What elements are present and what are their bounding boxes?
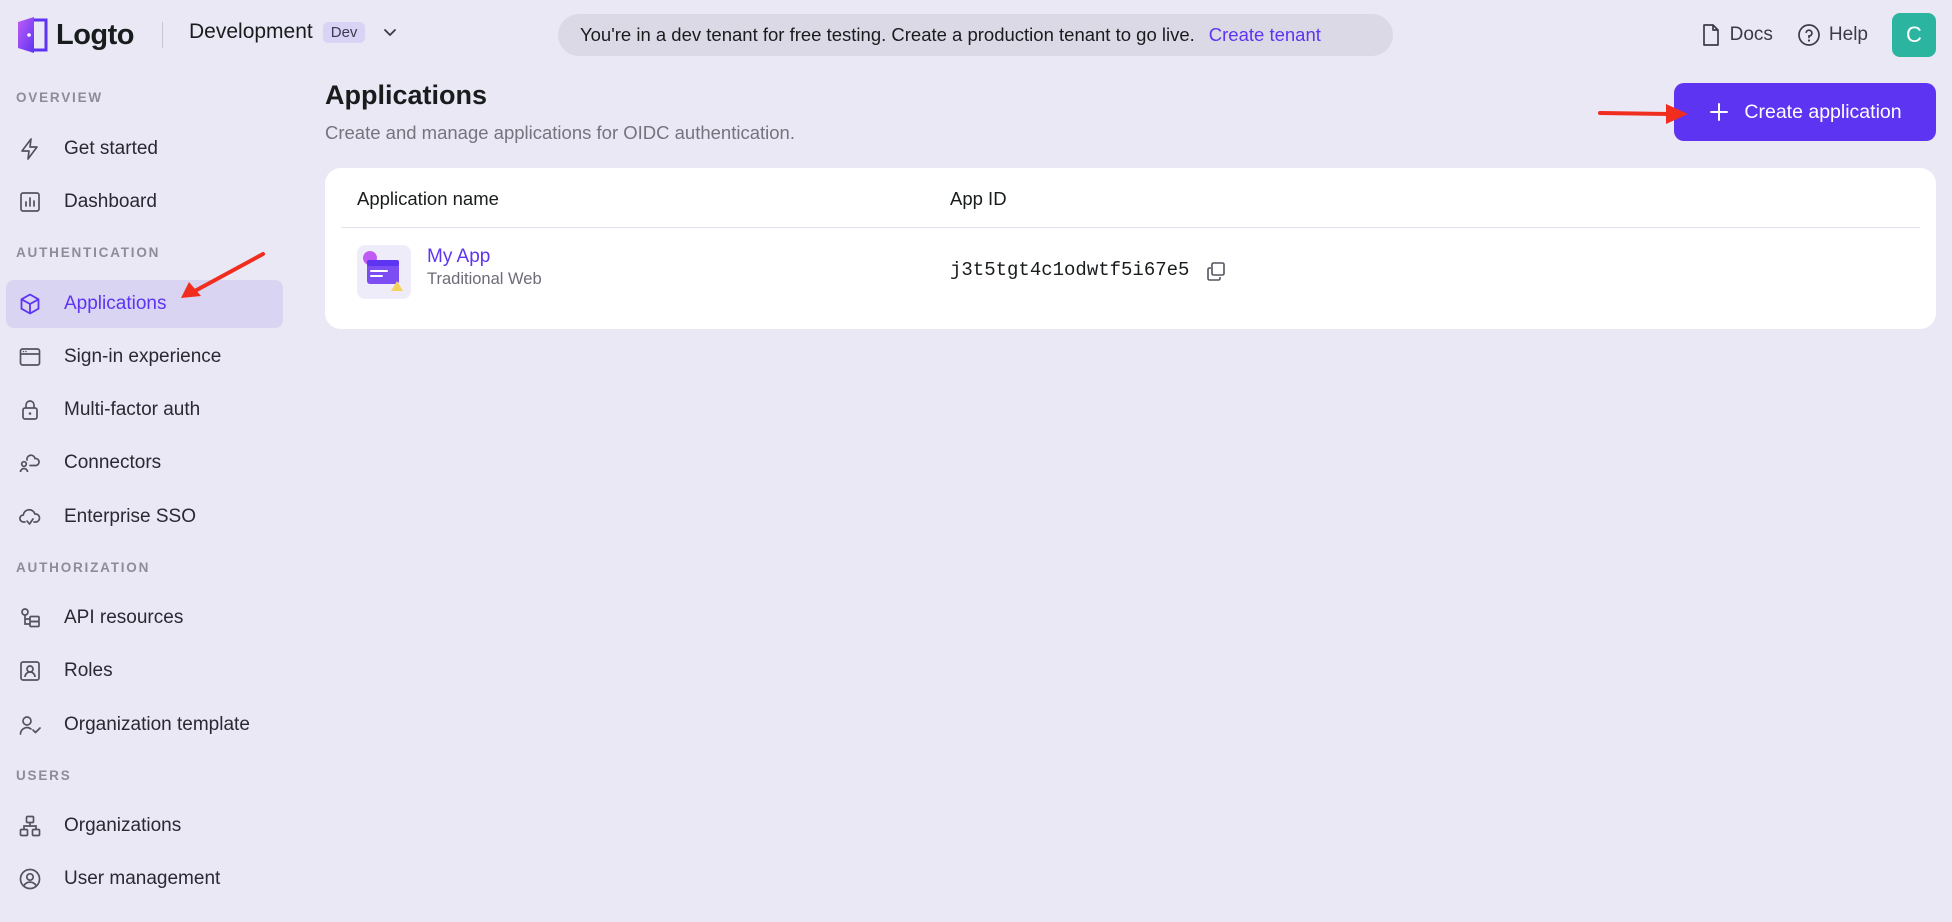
sidebar-item-enterprise-sso[interactable]: Enterprise SSO xyxy=(6,493,283,541)
page-subtitle: Create and manage applications for OIDC … xyxy=(325,122,795,143)
section-title-users: USERS xyxy=(16,768,72,783)
logo-icon xyxy=(18,17,48,53)
brand-name: Logto xyxy=(56,18,135,51)
sidebar-item-organizations[interactable]: Organizations xyxy=(6,802,283,850)
create-application-label: Create application xyxy=(1744,100,1902,123)
traditional-web-app-icon xyxy=(357,245,411,299)
docs-link[interactable]: Docs xyxy=(1700,23,1773,47)
lightning-icon xyxy=(21,138,38,160)
applications-table: Application name App ID My App Tradition… xyxy=(325,168,1936,329)
logo[interactable]: Logto xyxy=(16,16,135,54)
divider xyxy=(162,22,163,48)
sidebar-item-label: Applications xyxy=(64,293,167,314)
sidebar-item-label: Get started xyxy=(64,138,158,159)
sidebar-item-label: API resources xyxy=(64,607,184,628)
sidebar-item-label: Dashboard xyxy=(64,191,157,212)
cube-icon xyxy=(20,293,40,315)
chevron-down-icon[interactable] xyxy=(381,23,399,41)
top-bar: Logto Development Dev You're in a dev te… xyxy=(0,0,1952,70)
document-icon xyxy=(1702,24,1719,46)
browser-window-icon xyxy=(19,348,41,366)
copy-icon[interactable] xyxy=(1205,260,1227,282)
connectors-icon xyxy=(19,454,40,473)
page-title: Applications xyxy=(325,80,488,110)
api-resources-icon xyxy=(21,608,40,628)
column-header-app-id: App ID xyxy=(950,188,1007,209)
sidebar-item-applications[interactable]: Applications xyxy=(6,280,283,328)
sidebar-item-dashboard[interactable]: Dashboard xyxy=(6,178,283,226)
help-label: Help xyxy=(1828,24,1868,45)
user-badge-icon xyxy=(20,661,40,681)
help-circle-icon xyxy=(1798,24,1820,46)
tenant-badge: Dev xyxy=(322,21,366,43)
sidebar: OVERVIEW Get started Dashboard AUTHENTIC… xyxy=(0,70,290,922)
help-link[interactable]: Help xyxy=(1797,23,1868,47)
cloud-icon xyxy=(19,508,41,525)
sidebar-item-label: Multi-factor auth xyxy=(64,399,201,420)
column-header-application-name: Application name xyxy=(357,188,499,209)
section-title-overview: OVERVIEW xyxy=(16,90,103,105)
tenant-selector[interactable]: Development Dev xyxy=(189,20,399,44)
sidebar-item-connectors[interactable]: Connectors xyxy=(6,439,283,487)
sidebar-item-multi-factor-auth[interactable]: Multi-factor auth xyxy=(6,386,283,434)
bar-chart-icon xyxy=(20,192,40,212)
sidebar-item-label: Sign-in experience xyxy=(64,346,222,367)
sidebar-item-get-started[interactable]: Get started xyxy=(6,125,283,173)
sidebar-item-user-management[interactable]: User management xyxy=(6,855,283,903)
sidebar-item-sign-in-experience[interactable]: Sign-in experience xyxy=(6,333,283,381)
app-type: Traditional Web xyxy=(427,270,542,288)
sidebar-item-api-resources[interactable]: API resources xyxy=(6,594,283,642)
tenant-name: Development xyxy=(189,20,313,43)
top-right-actions: Docs Help C xyxy=(1700,13,1936,57)
sidebar-item-label: Enterprise SSO xyxy=(64,506,196,527)
avatar[interactable]: C xyxy=(1892,13,1936,57)
sidebar-item-label: Roles xyxy=(64,660,113,681)
lock-icon xyxy=(22,400,38,420)
sidebar-item-roles[interactable]: Roles xyxy=(6,647,283,695)
user-circle-icon xyxy=(19,868,41,890)
banner-message: You're in a dev tenant for free testing.… xyxy=(580,24,1195,45)
plus-icon xyxy=(1710,103,1729,121)
org-tree-icon xyxy=(19,815,41,837)
sidebar-item-label: Connectors xyxy=(64,452,162,473)
sidebar-item-organization-template[interactable]: Organization template xyxy=(6,701,283,749)
sidebar-item-label: User management xyxy=(64,868,221,889)
sidebar-item-label: Organization template xyxy=(64,714,250,735)
create-tenant-link[interactable]: Create tenant xyxy=(1209,24,1321,46)
create-application-button[interactable]: Create application xyxy=(1674,83,1936,141)
sidebar-item-label: Organizations xyxy=(64,815,182,836)
app-name-link[interactable]: My App xyxy=(427,246,490,268)
docs-label: Docs xyxy=(1729,24,1773,45)
dev-tenant-banner: You're in a dev tenant for free testing.… xyxy=(558,14,1393,56)
app-id-value: j3t5tgt4c1odwtf5i67e5 xyxy=(950,259,1190,281)
section-title-authentication: AUTHENTICATION xyxy=(16,245,161,260)
section-title-authorization: AUTHORIZATION xyxy=(16,560,151,575)
user-check-icon xyxy=(19,716,41,735)
header-divider xyxy=(341,227,1920,228)
